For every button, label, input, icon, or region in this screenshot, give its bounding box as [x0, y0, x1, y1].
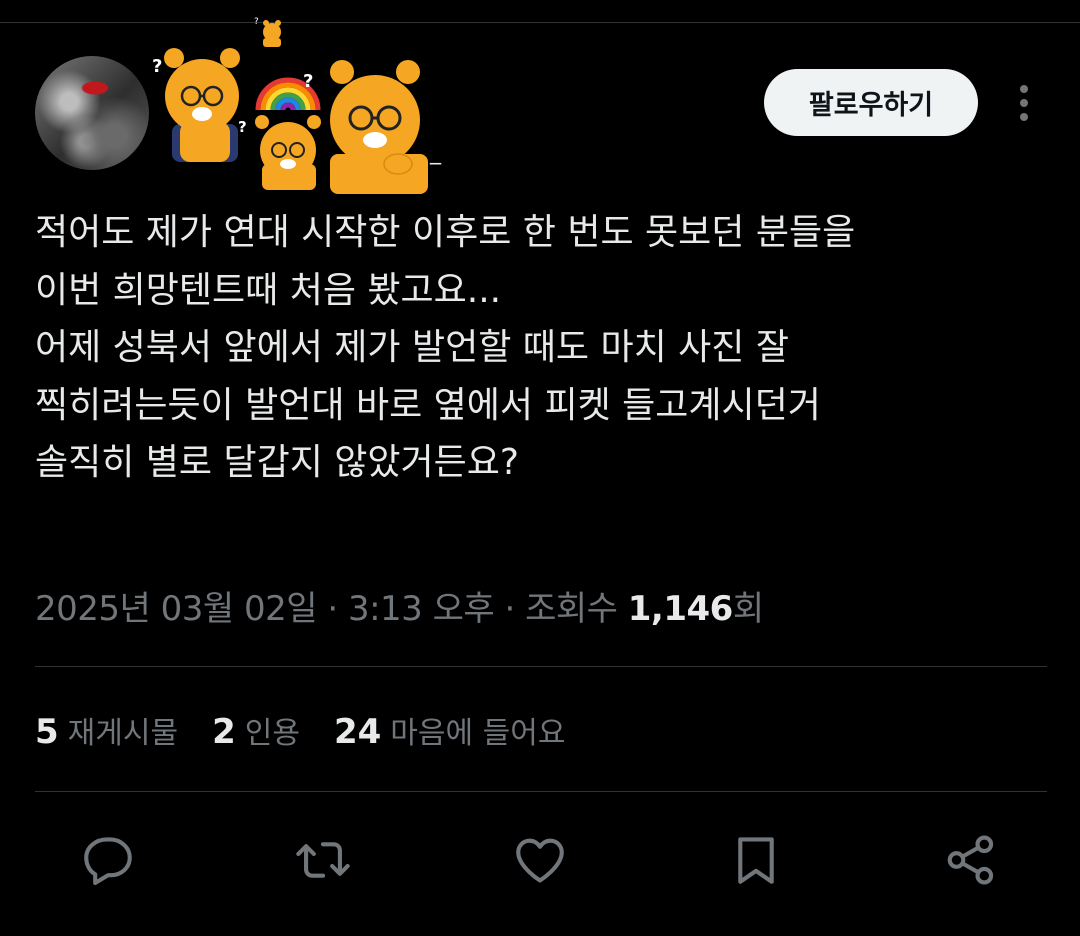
quotes-stat[interactable]: 2 인용: [212, 708, 300, 752]
share-icon[interactable]: [942, 831, 1000, 889]
divider: [35, 791, 1047, 792]
meta-separator: ·: [327, 589, 338, 629]
svg-text:?: ?: [238, 118, 247, 136]
character-icon-1: ?: [152, 48, 240, 162]
likes-label: 마음에 들어요: [390, 716, 566, 751]
likes-count: 24: [333, 712, 382, 752]
quotes-count: 2: [212, 712, 236, 752]
tweet-date[interactable]: 2025년 03월 02일: [35, 589, 318, 629]
profile-avatar[interactable]: [35, 56, 149, 170]
reposts-count: 5: [35, 712, 59, 752]
views-label: 조회수: [525, 589, 618, 629]
character-icon-3: [330, 60, 428, 194]
reposts-stat[interactable]: 5 재게시물: [35, 708, 178, 752]
divider: [35, 666, 1047, 667]
bookmark-icon[interactable]: [727, 831, 785, 889]
svg-text:?: ?: [152, 56, 162, 77]
meta-separator: ·: [504, 589, 515, 629]
views-count: 1,146: [627, 589, 734, 629]
display-name-emoji[interactable]: ? ? ? ?: [150, 14, 450, 196]
tweet-metadata: 2025년 03월 02일 · 3:13 오후 · 조회수 1,146회: [35, 581, 764, 630]
svg-text:?: ?: [303, 71, 313, 92]
display-name-suffix[interactable]: _: [430, 140, 441, 165]
views-suffix: 회: [732, 589, 764, 629]
engagement-stats: 5 재게시물 2 인용 24 마음에 들어요: [35, 708, 565, 752]
repost-icon[interactable]: [294, 831, 352, 889]
reposts-label: 재게시물: [67, 716, 179, 751]
tweet-text: 적어도 제가 연대 시작한 이후로 한 번도 못보던 분들을 이번 희망텐트때 …: [35, 212, 856, 483]
quotes-label: 인용: [244, 716, 300, 751]
heart-icon[interactable]: [511, 831, 569, 889]
follow-button[interactable]: 팔로우하기: [764, 69, 978, 136]
likes-stat[interactable]: 24 마음에 들어요: [334, 708, 565, 752]
small-character-icon: ?: [254, 17, 281, 47]
svg-text:?: ?: [254, 17, 259, 27]
reply-icon[interactable]: [79, 831, 137, 889]
more-vertical-icon[interactable]: [1006, 82, 1042, 126]
rainbow-icon: ?: [255, 71, 321, 111]
tweet-time[interactable]: 3:13 오후: [348, 589, 495, 629]
character-icon-2: ?: [238, 115, 321, 190]
